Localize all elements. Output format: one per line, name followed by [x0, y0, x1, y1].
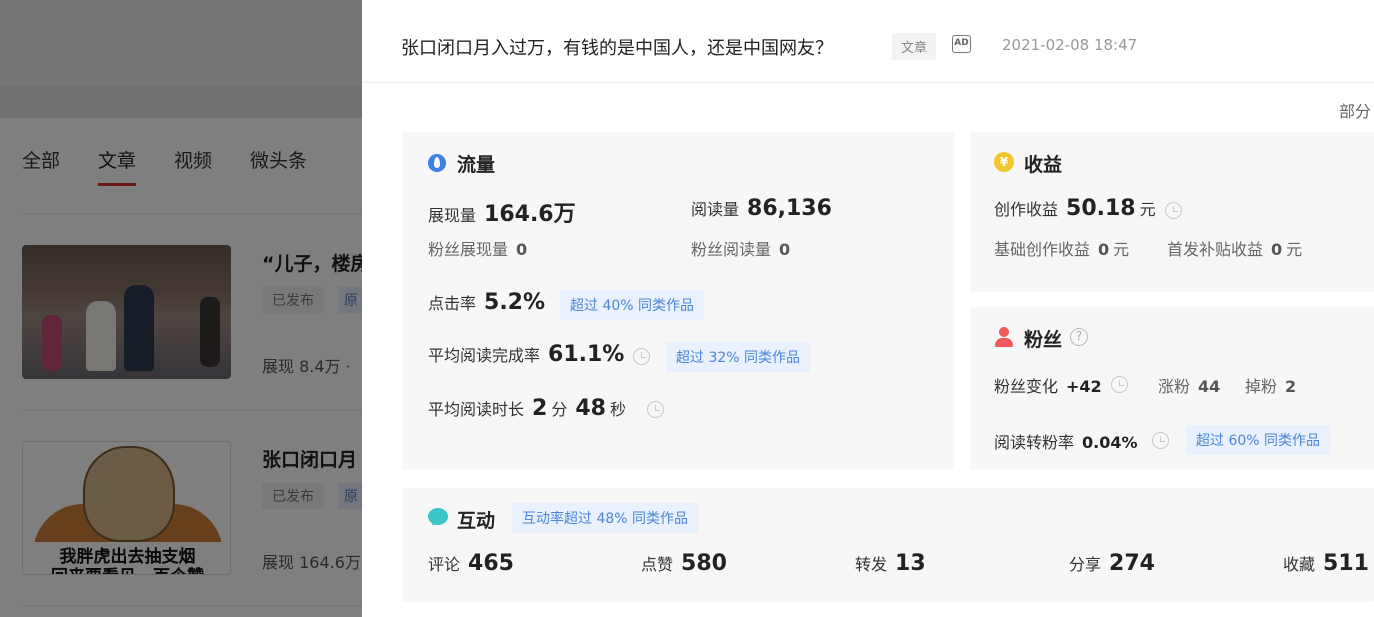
duration-seconds: 48 — [575, 396, 606, 421]
first-publish-income-value: 0 — [1271, 240, 1283, 259]
impressions-label: 展现量 — [428, 206, 477, 225]
base-income-value: 0 — [1098, 240, 1110, 259]
reposts-value: 13 — [895, 551, 926, 576]
card-title: 互动 — [457, 510, 496, 532]
ad-icon: AD — [952, 35, 971, 53]
base-income-label: 基础创作收益 — [994, 240, 1091, 259]
fan-reads-label: 粉丝阅读量 — [691, 240, 772, 259]
currency-unit: 元 — [1113, 240, 1130, 259]
clock-icon[interactable] — [1111, 376, 1128, 393]
reads-stat: 阅读量 86,136 — [691, 196, 832, 221]
income-card: ¥ 收益 创作收益 50.18 元 基础创作收益 0 元 首发补贴收益 0 元 — [970, 132, 1374, 292]
fan-impressions-label: 粉丝展现量 — [428, 240, 509, 259]
base-income-stat: 基础创作收益 0 元 — [994, 236, 1129, 260]
conversion-label: 阅读转粉率 — [994, 433, 1075, 452]
minutes-unit: 分 — [551, 400, 568, 419]
favorites-stat: 收藏 511 — [1283, 551, 1369, 576]
seconds-unit: 秒 — [609, 400, 626, 419]
fans-gain-label: 涨粉 — [1158, 377, 1191, 396]
shares-stat: 分享 274 — [1069, 551, 1155, 576]
clock-icon[interactable] — [647, 401, 664, 418]
card-title: 收益 — [1024, 154, 1063, 176]
help-icon[interactable]: ? — [1070, 328, 1088, 346]
partial-label: 部分 — [1339, 102, 1372, 121]
favorites-label: 收藏 — [1283, 555, 1316, 574]
currency-unit: 元 — [1139, 200, 1156, 219]
impressions-stat: 展现量 164.6万 — [428, 196, 576, 228]
ctr-stat: 点击率 5.2% — [428, 290, 545, 315]
type-badge: 文章 — [892, 33, 937, 60]
publish-date: 2021-02-08 18:47 — [1002, 36, 1138, 54]
fans-loss-value: 2 — [1285, 377, 1297, 396]
shares-label: 分享 — [1069, 555, 1102, 574]
fans-change-value: +42 — [1066, 377, 1102, 396]
interaction-comparison-badge: 互动率超过 48% 同类作品 — [512, 503, 699, 533]
creation-income-stat: 创作收益 50.18 元 — [994, 196, 1156, 221]
completion-comparison-badge: 超过 32% 同类作品 — [666, 342, 811, 372]
clock-icon[interactable] — [1152, 432, 1169, 449]
duration-minutes: 2 — [532, 396, 548, 421]
completion-value: 61.1% — [548, 342, 625, 367]
currency-unit: 元 — [1286, 240, 1303, 259]
traffic-card: 流量 展现量 164.6万 阅读量 86,136 粉丝展现量 0 粉丝阅读量 0 点击率… — [402, 132, 954, 470]
coin-icon: ¥ — [994, 152, 1014, 172]
reposts-label: 转发 — [855, 555, 888, 574]
duration-stat: 平均阅读时长 2 分 48 秒 — [428, 396, 626, 421]
fans-loss-stat: 掉粉 2 — [1245, 373, 1296, 397]
fans-gain-stat: 涨粉 44 — [1158, 373, 1220, 397]
likes-label: 点赞 — [641, 555, 674, 574]
article-title: 张口闭口月入过万，有钱的是中国人，还是中国网友？ — [401, 38, 833, 59]
duration-label: 平均阅读时长 — [428, 400, 525, 419]
likes-stat: 点赞 580 — [641, 551, 727, 576]
completion-label: 平均阅读完成率 — [428, 346, 541, 365]
favorites-value: 511 — [1323, 551, 1369, 576]
conversion-value: 0.04% — [1082, 433, 1138, 452]
card-title: 粉丝 — [1024, 329, 1063, 351]
shares-value: 274 — [1109, 551, 1155, 576]
chat-bubble-icon — [428, 508, 448, 525]
fans-change-stat: 粉丝变化 +42 — [994, 373, 1102, 397]
comments-label: 评论 — [428, 555, 461, 574]
reposts-stat: 转发 13 — [855, 551, 926, 576]
first-publish-income-label: 首发补贴收益 — [1167, 240, 1264, 259]
comments-stat: 评论 465 — [428, 551, 514, 576]
comments-value: 465 — [468, 551, 514, 576]
reads-value: 86,136 — [747, 196, 832, 221]
fans-loss-label: 掉粉 — [1245, 377, 1278, 396]
ctr-value: 5.2% — [484, 290, 546, 315]
fan-reads-value: 0 — [779, 240, 791, 259]
panel-header: 张口闭口月入过万，有钱的是中国人，还是中国网友？ 文章 AD 2021-02-0… — [362, 6, 1374, 83]
creation-income-value: 50.18 — [1066, 196, 1136, 221]
ctr-label: 点击率 — [428, 294, 477, 313]
clock-icon[interactable] — [1165, 202, 1182, 219]
fans-card: 粉丝 ? 粉丝变化 +42 涨粉 44 掉粉 2 阅读转粉率 0.04% 超过 60% … — [970, 307, 1374, 470]
likes-value: 580 — [681, 551, 727, 576]
user-icon — [994, 327, 1014, 347]
fans-gain-value: 44 — [1198, 377, 1221, 396]
creation-income-label: 创作收益 — [994, 200, 1059, 219]
card-title: 流量 — [457, 154, 496, 176]
interaction-card: 互动 互动率超过 48% 同类作品 评论 465 点赞 580 转发 13 分享 274… — [402, 488, 1374, 602]
fan-impressions-value: 0 — [516, 240, 528, 259]
completion-stat: 平均阅读完成率 61.1% — [428, 342, 624, 367]
ctr-comparison-badge: 超过 40% 同类作品 — [560, 290, 705, 320]
fans-change-label: 粉丝变化 — [994, 377, 1059, 396]
first-publish-income-stat: 首发补贴收益 0 元 — [1167, 236, 1302, 260]
fan-reads-stat: 粉丝阅读量 0 — [691, 236, 790, 260]
impressions-value: 164.6万 — [484, 202, 576, 227]
article-detail-panel: 张口闭口月入过万，有钱的是中国人，还是中国网友？ 文章 AD 2021-02-0… — [362, 0, 1374, 617]
fan-impressions-stat: 粉丝展现量 0 — [428, 236, 527, 260]
conversion-comparison-badge: 超过 60% 同类作品 — [1186, 425, 1331, 455]
conversion-stat: 阅读转粉率 0.04% — [994, 429, 1138, 453]
flame-icon — [428, 154, 446, 172]
reads-label: 阅读量 — [691, 200, 740, 219]
clock-icon[interactable] — [633, 348, 650, 365]
